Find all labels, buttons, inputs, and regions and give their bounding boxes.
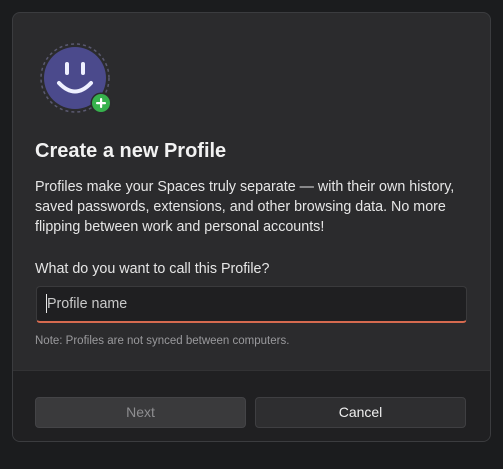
- sync-note: Note: Profiles are not synced between co…: [35, 335, 290, 347]
- profile-name-input[interactable]: [36, 286, 467, 323]
- profile-name-label: What do you want to call this Profile?: [35, 261, 270, 277]
- next-button[interactable]: Next: [35, 397, 246, 428]
- plus-icon: [90, 92, 112, 114]
- dialog-title: Create a new Profile: [35, 140, 227, 162]
- create-profile-dialog: Create a new Profile Profiles make your …: [12, 12, 491, 442]
- dialog-description: Profiles make your Spaces truly separate…: [35, 179, 455, 235]
- dialog-footer: Next Cancel: [13, 370, 490, 441]
- text-caret: [46, 294, 47, 313]
- cancel-button[interactable]: Cancel: [255, 397, 466, 428]
